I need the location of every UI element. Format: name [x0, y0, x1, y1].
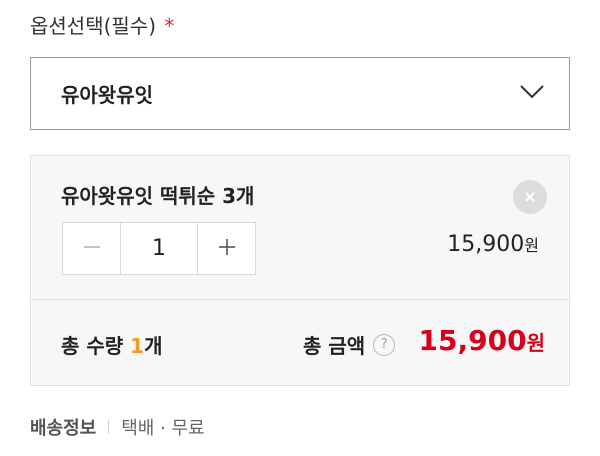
required-mark: *: [164, 14, 175, 38]
quantity-value[interactable]: 1: [120, 223, 198, 274]
shipping-label: 배송정보: [30, 418, 97, 439]
chevron-down-icon: [519, 84, 545, 104]
item-price-value: 15,900: [447, 232, 525, 257]
total-amount-value: 15,900: [418, 324, 527, 357]
total-quantity: 총 수량 1개: [61, 330, 162, 359]
total-qty-value: 1: [130, 334, 145, 358]
shipping-value: 택배 · 무료: [121, 418, 205, 439]
minus-icon: [82, 237, 102, 261]
option-select-dropdown[interactable]: 유아왓유잇: [30, 57, 570, 130]
item-price-unit: 원: [524, 236, 539, 255]
remove-option-button[interactable]: [513, 180, 547, 214]
selected-item-name: 유아왓유잇 떡튀순 3개: [61, 184, 255, 208]
total-amount-label: 총 금액 ?: [303, 330, 396, 359]
total-amount-label-text: 총 금액: [303, 334, 366, 358]
total-qty-prefix: 총 수량: [61, 334, 131, 358]
item-price: 15,900원: [447, 232, 539, 257]
plus-icon: [217, 237, 237, 261]
product-option-panel: 옵션선택(필수) * 유아왓유잇 유아왓유잇 떡튀순 3개 1 15,900원 …: [0, 0, 600, 456]
option-select-label: 옵션선택(필수) *: [30, 12, 174, 40]
divider: [108, 420, 110, 434]
quantity-stepper: 1: [62, 222, 256, 275]
close-icon: [524, 188, 536, 207]
option-selected-value: 유아왓유잇: [61, 83, 153, 107]
divider: [31, 299, 569, 300]
total-amount: 15,900원: [419, 324, 545, 357]
total-qty-suffix: 개: [144, 334, 163, 358]
option-label-text: 옵션선택(필수): [30, 14, 157, 38]
total-amount-unit: 원: [526, 331, 545, 355]
decrement-button[interactable]: [63, 223, 120, 274]
selected-option-box: 유아왓유잇 떡튀순 3개 1 15,900원 총 수량 1개 총 금액 ? 15…: [30, 155, 570, 386]
question-icon[interactable]: ?: [373, 333, 396, 356]
shipping-info: 배송정보 택배 · 무료: [30, 414, 205, 440]
increment-button[interactable]: [198, 223, 255, 274]
